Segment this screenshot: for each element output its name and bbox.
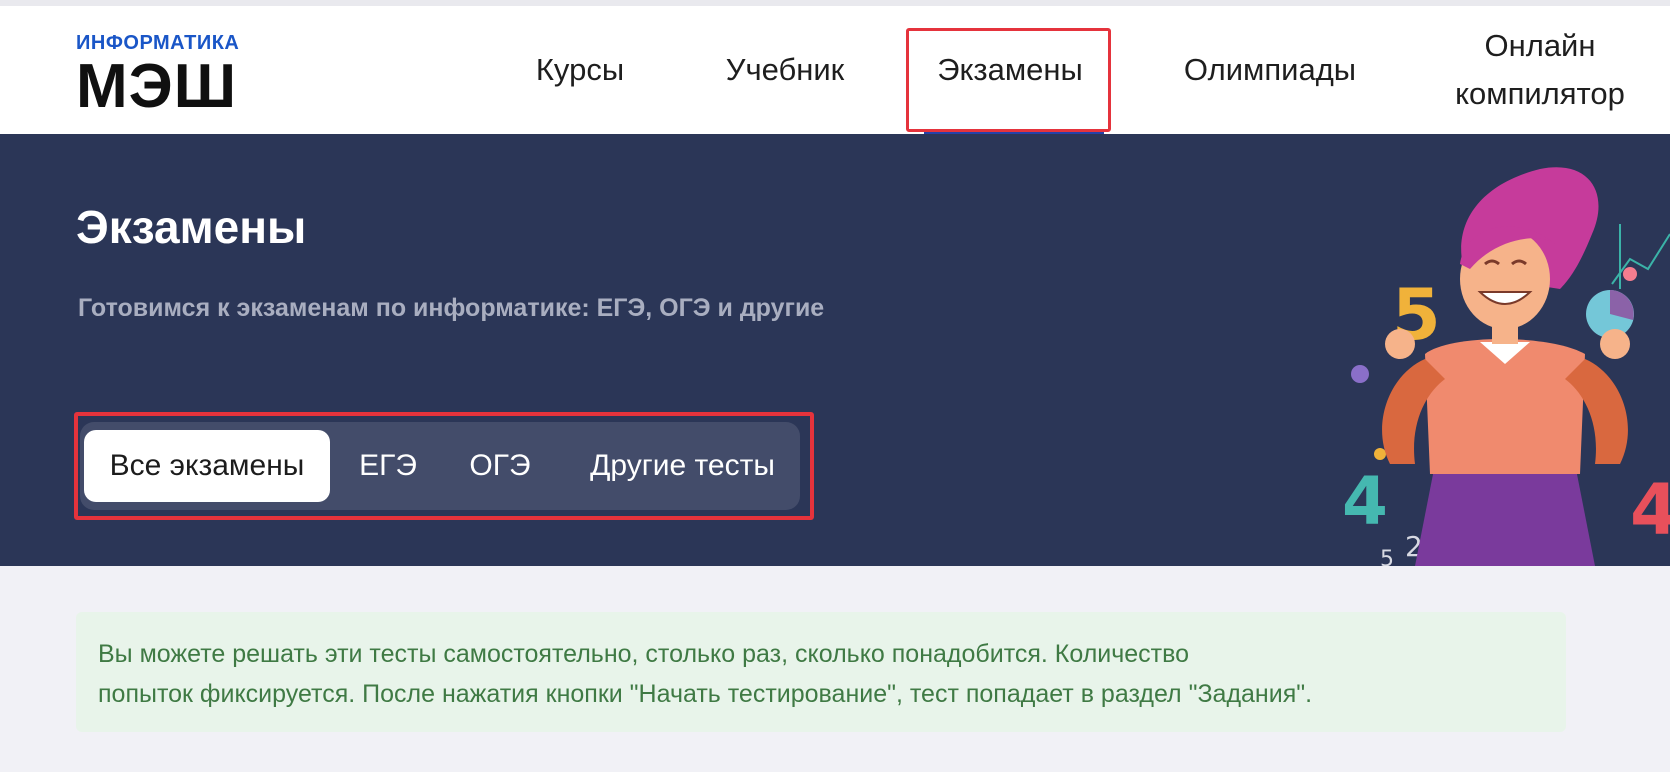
nav-textbook[interactable]: Учебник — [710, 6, 860, 134]
svg-text:4: 4 — [1630, 469, 1670, 551]
notice-line-2: попыток фиксируется. После нажатия кнопк… — [98, 680, 1313, 708]
logo-title: МЭШ — [76, 52, 238, 121]
nav-courses[interactable]: Курсы — [520, 6, 640, 134]
nav-online-compiler[interactable]: Онлайн компилятор — [1440, 6, 1640, 134]
svg-text:4: 4 — [1342, 463, 1388, 540]
girl-with-numbers-illustration: 5 4 2 5 4 — [1342, 167, 1670, 566]
page-subtitle: Готовимся к экзаменам по информатике: ЕГ… — [78, 294, 825, 322]
nav-compiler-line1: Онлайн — [1484, 28, 1596, 63]
nav-exams-highlight-box — [906, 28, 1111, 132]
nav-compiler-line2: компилятор — [1455, 76, 1625, 111]
logo[interactable]: ИНФОРМАТИКА МЭШ — [76, 32, 276, 122]
notice-text: Вы можете решать эти тесты самостоятельн… — [98, 634, 1418, 714]
notice-line-1: Вы можете решать эти тесты самостоятельн… — [98, 640, 1190, 668]
tabs-highlight-box — [74, 412, 814, 520]
nav-olympiads[interactable]: Олимпиады — [1170, 6, 1370, 134]
svg-text:5: 5 — [1380, 547, 1394, 566]
info-notice: Вы можете решать эти тесты самостоятельн… — [76, 612, 1566, 732]
hero-banner: Экзамены Готовимся к экзаменам по информ… — [0, 134, 1670, 566]
page-title: Экзамены — [76, 201, 307, 253]
site-header: ИНФОРМАТИКА МЭШ Курсы Учебник Экзамены О… — [0, 6, 1670, 135]
